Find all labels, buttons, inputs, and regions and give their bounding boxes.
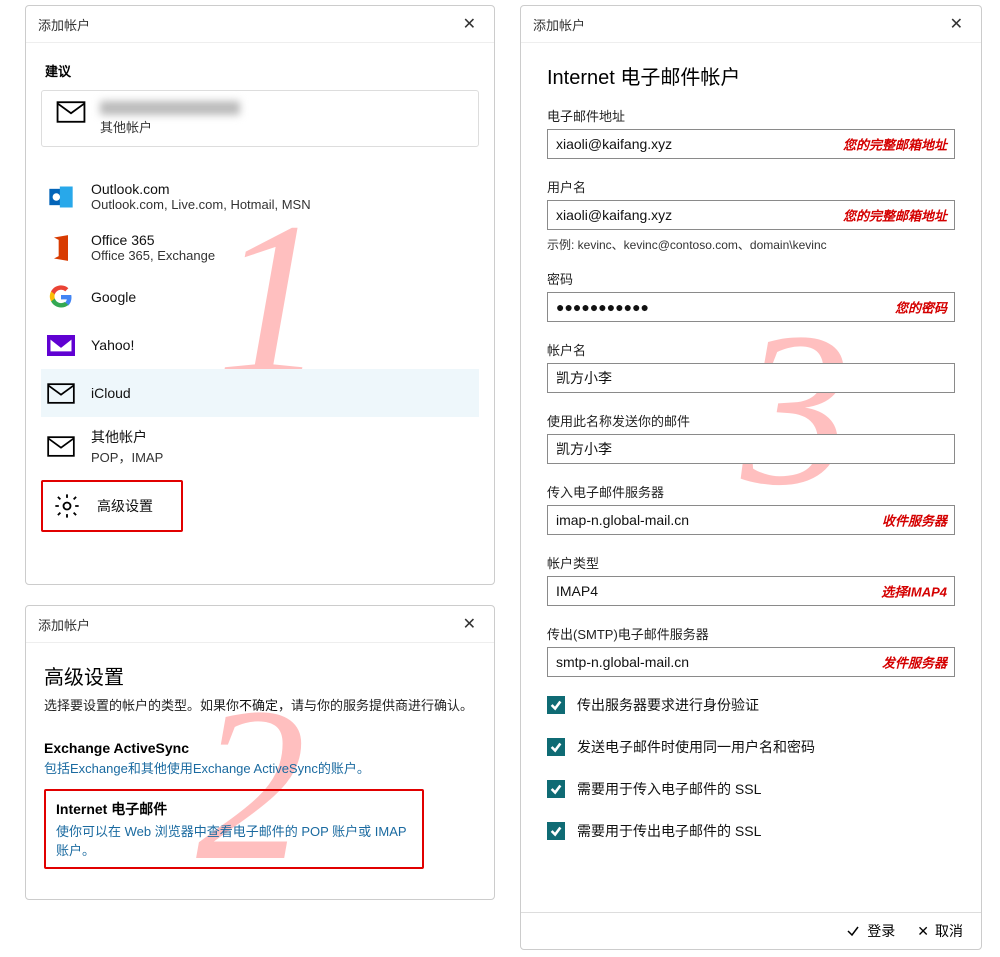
account-type-label: 帐户类型 (547, 553, 955, 572)
provider-advanced[interactable]: 高级设置 (41, 480, 183, 532)
close-icon[interactable]: ✕ (457, 12, 482, 36)
provider-yahoo[interactable]: Yahoo! (41, 321, 479, 369)
add-account-panel-providers: 添加帐户 ✕ 1 建议 其他帐户 Outlook.comOutlook.com,… (25, 5, 495, 585)
provider-google[interactable]: Google (41, 273, 479, 321)
username-label: 用户名 (547, 177, 955, 196)
advanced-description: 选择要设置的帐户的类型。如果你不确定，请与你的服务提供商进行确认。 (44, 696, 476, 716)
advanced-heading: 高级设置 (44, 661, 476, 690)
provider-other[interactable]: 其他帐户POP，IMAP (41, 417, 479, 476)
email-label: 电子邮件地址 (547, 106, 955, 125)
suggest-card[interactable]: 其他帐户 (41, 90, 479, 147)
panel-title: 添加帐户 (533, 15, 585, 34)
checkmark-icon (547, 822, 565, 840)
mail-icon (56, 101, 86, 123)
check-icon (845, 923, 861, 939)
outgoing-server-input[interactable] (547, 647, 955, 677)
account-name-label: 帐户名 (547, 340, 955, 359)
password-input[interactable] (547, 292, 955, 322)
provider-office365[interactable]: Office 365Office 365, Exchange (41, 222, 479, 273)
panel-header: 添加帐户 ✕ (26, 606, 494, 643)
yahoo-icon (47, 331, 75, 359)
blurred-email (100, 101, 240, 115)
username-input[interactable] (547, 200, 955, 230)
sender-name-label: 使用此名称发送你的邮件 (547, 411, 955, 430)
close-icon: ✕ (917, 923, 929, 940)
mail-icon (47, 433, 75, 461)
option-internet-email[interactable]: Internet 电子邮件 使你可以在 Web 浏览器中查看电子邮件的 POP … (44, 789, 424, 869)
internet-email-form-panel: 添加帐户 ✕ 3 Internet 电子邮件帐户 电子邮件地址 您的完整邮箱地址… (520, 5, 982, 950)
checkmark-icon (547, 780, 565, 798)
add-account-panel-advanced: 添加帐户 ✕ 2 高级设置 选择要设置的帐户的类型。如果你不确定，请与你的服务提… (25, 605, 495, 900)
checkbox-smtp-auth[interactable]: 传出服务器要求进行身份验证 (547, 695, 955, 715)
checkmark-icon (547, 696, 565, 714)
login-button[interactable]: 登录 (845, 921, 895, 941)
checkmark-icon (547, 738, 565, 756)
panel-title: 添加帐户 (38, 15, 90, 34)
close-icon[interactable]: ✕ (457, 612, 482, 636)
option-exchange[interactable]: Exchange ActiveSync 包括Exchange和其他使用Excha… (44, 740, 476, 777)
checkbox-ssl-incoming[interactable]: 需要用于传入电子邮件的 SSL (547, 779, 955, 799)
panel-title: 添加帐户 (38, 615, 90, 634)
provider-outlook[interactable]: Outlook.comOutlook.com, Live.com, Hotmai… (41, 171, 479, 222)
panel-header: 添加帐户 ✕ (26, 6, 494, 43)
cancel-button[interactable]: ✕ 取消 (917, 921, 963, 941)
office-icon (47, 234, 75, 262)
checkbox-ssl-outgoing[interactable]: 需要用于传出电子邮件的 SSL (547, 821, 955, 841)
outgoing-server-label: 传出(SMTP)电子邮件服务器 (547, 624, 955, 643)
suggest-subtitle: 其他帐户 (100, 117, 240, 136)
mail-icon (47, 379, 75, 407)
account-name-input[interactable] (547, 363, 955, 393)
panel-header: 添加帐户 ✕ (521, 6, 981, 43)
incoming-server-input[interactable] (547, 505, 955, 535)
username-example: 示例: kevinc、kevinc@contoso.com、domain\kev… (547, 236, 955, 253)
password-label: 密码 (547, 269, 955, 288)
account-type-select[interactable] (547, 576, 955, 606)
sender-name-input[interactable] (547, 434, 955, 464)
close-icon[interactable]: ✕ (944, 12, 969, 36)
checkbox-same-credentials[interactable]: 发送电子邮件时使用同一用户名和密码 (547, 737, 955, 757)
form-heading: Internet 电子邮件帐户 (547, 61, 955, 90)
incoming-server-label: 传入电子邮件服务器 (547, 482, 955, 501)
gear-icon (53, 492, 81, 520)
provider-icloud[interactable]: iCloud (41, 369, 479, 417)
form-footer: 登录 ✕ 取消 (521, 912, 981, 949)
google-icon (47, 283, 75, 311)
outlook-icon (47, 183, 75, 211)
suggest-label: 建议 (45, 61, 479, 80)
email-input[interactable] (547, 129, 955, 159)
